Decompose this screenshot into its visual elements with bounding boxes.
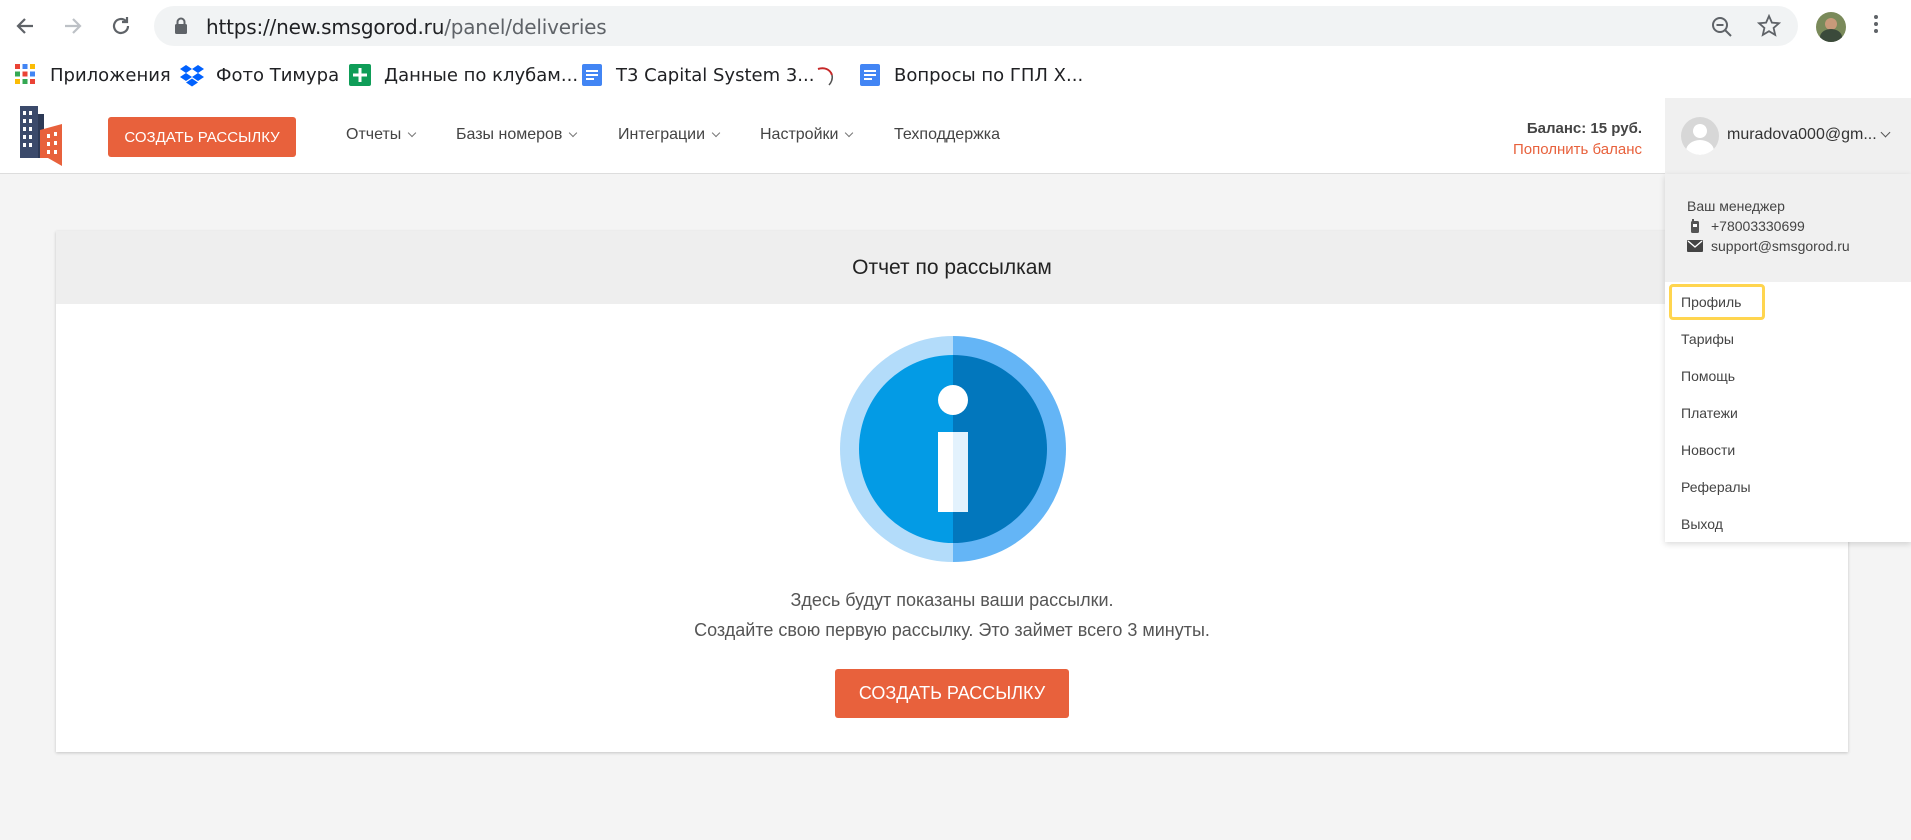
balance-amount: Баланс: 15 руб. — [1526, 120, 1642, 137]
feather-icon — [814, 63, 838, 87]
bookmark-gpl[interactable]: Вопросы по ГПЛ Х... — [858, 62, 1083, 88]
back-arrow-icon[interactable] — [10, 11, 40, 41]
manager-title: Ваш менеджер — [1687, 198, 1785, 214]
deliveries-report-card: Отчет по рассылкам Здесь будут показаны … — [56, 231, 1848, 752]
more-menu-icon[interactable] — [1873, 12, 1879, 40]
create-mailing-button[interactable]: СОЗДАТЬ РАССЫЛКУ — [108, 117, 296, 157]
envelope-icon — [1687, 240, 1703, 252]
menu-settings[interactable]: Настройки — [760, 126, 854, 144]
bookmark-label: Фото Тимура — [216, 64, 340, 86]
chevron-down-icon — [845, 128, 854, 138]
smsgorod-logo[interactable] — [18, 106, 64, 166]
user-menu-toggle[interactable]: muradova000@gm... — [1665, 98, 1911, 174]
manager-phone[interactable]: +78003330699 — [1711, 218, 1805, 234]
card-header: Отчет по рассылкам — [56, 231, 1848, 304]
menu-item-tariffs[interactable]: Тарифы — [1681, 331, 1734, 347]
topup-balance-link[interactable]: Пополнить баланс — [1513, 141, 1642, 158]
menu-number-bases[interactable]: Базы номеров — [456, 126, 578, 144]
chevron-down-icon — [711, 128, 721, 138]
manager-info: Ваш менеджер +78003330699 support@smsgor… — [1665, 174, 1911, 282]
bookmark-sheets[interactable]: Данные по клубам... — [348, 62, 578, 88]
menu-item-help[interactable]: Помощь — [1681, 368, 1735, 384]
info-icon — [840, 336, 1066, 562]
chevron-down-icon — [408, 128, 417, 138]
empty-state-line-1: Здесь будут показаны ваши рассылки. — [790, 590, 1114, 610]
phone-icon — [1687, 219, 1703, 233]
menu-label: Настройки — [760, 126, 839, 143]
menu-support[interactable]: Техподдержка — [894, 126, 1000, 144]
bookmark-label: T3 Capital System 3... — [616, 64, 815, 86]
menu-integrations[interactable]: Интеграции — [618, 126, 721, 144]
profile-avatar[interactable] — [1816, 12, 1846, 42]
url-text: https://new.smsgorod.ru/panel/deliveries — [206, 15, 607, 39]
bookmarks-bar: Приложения Фото Тимура Данные по клубам.… — [0, 52, 1911, 98]
menu-item-referrals[interactable]: Рефералы — [1681, 479, 1751, 495]
bookmark-feather[interactable] — [814, 62, 850, 88]
bookmark-label: Данные по клубам... — [384, 64, 579, 86]
chevron-down-icon — [1880, 127, 1891, 138]
menu-item-payments[interactable]: Платежи — [1681, 405, 1738, 421]
bookmark-label: Приложения — [50, 64, 171, 86]
address-bar[interactable]: https://new.smsgorod.ru/panel/deliveries — [154, 6, 1798, 46]
google-docs-icon — [580, 63, 604, 87]
google-docs-icon — [858, 63, 882, 87]
chevron-down-icon — [569, 128, 578, 138]
page-title: Отчет по рассылкам — [852, 255, 1052, 279]
google-sheets-icon — [348, 63, 372, 87]
star-bookmark-icon[interactable] — [1757, 14, 1781, 38]
menu-label: Интеграции — [618, 126, 706, 143]
menu-reports[interactable]: Отчеты — [346, 126, 417, 144]
zoom-out-icon[interactable] — [1710, 15, 1734, 39]
user-email: muradova000@gm... — [1727, 126, 1877, 143]
bookmark-foto[interactable]: Фото Тимура — [180, 62, 339, 88]
balance-block: Баланс: 15 руб. Пополнить баланс — [1513, 120, 1642, 158]
profile-highlight-frame — [1669, 284, 1765, 320]
manager-email[interactable]: support@smsgorod.ru — [1711, 238, 1850, 254]
dropbox-icon — [180, 63, 204, 87]
user-dropdown-menu: Ваш менеджер +78003330699 support@smsgor… — [1665, 174, 1911, 542]
forward-arrow-icon[interactable] — [58, 11, 88, 41]
browser-toolbar: https://new.smsgorod.ru/panel/deliveries — [0, 0, 1911, 52]
bookmark-apps[interactable]: Приложения — [14, 62, 171, 88]
create-first-mailing-button[interactable]: СОЗДАТЬ РАССЫЛКУ — [835, 669, 1069, 718]
bookmark-t3[interactable]: T3 Capital System 3... — [580, 62, 814, 88]
reload-icon[interactable] — [106, 11, 136, 41]
user-avatar-icon — [1681, 117, 1719, 155]
lock-icon — [175, 17, 187, 34]
bookmark-label: Вопросы по ГПЛ Х... — [894, 64, 1084, 86]
menu-label: Техподдержка — [894, 126, 1001, 143]
app-header: СОЗДАТЬ РАССЫЛКУ Отчеты Базы номеров Инт… — [0, 98, 1911, 174]
empty-state-line-2: Создайте свою первую рассылку. Это займе… — [694, 620, 1210, 640]
apps-grid-icon — [14, 63, 38, 87]
menu-label: Отчеты — [346, 126, 402, 143]
menu-item-news[interactable]: Новости — [1681, 442, 1735, 458]
menu-label: Базы номеров — [456, 126, 563, 143]
menu-item-logout[interactable]: Выход — [1681, 516, 1723, 532]
